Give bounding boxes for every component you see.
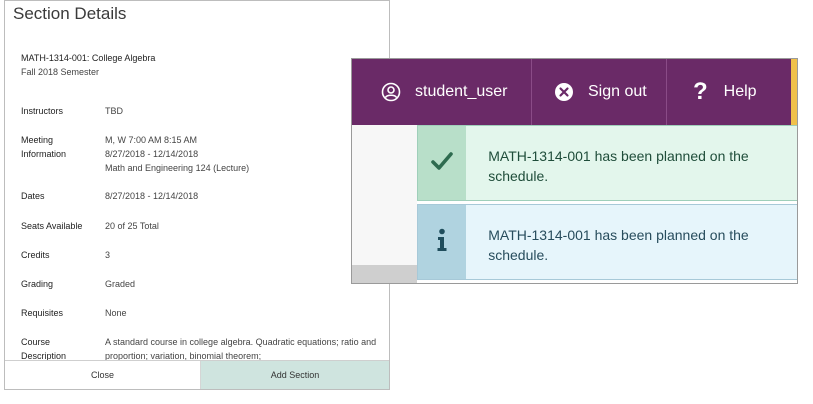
question-icon: ? bbox=[693, 78, 708, 105]
user-circle-icon bbox=[381, 82, 401, 102]
checkmark-icon bbox=[430, 151, 454, 176]
requisites-label: Requisites bbox=[21, 308, 64, 318]
content-background bbox=[352, 125, 417, 283]
info-icon-box bbox=[418, 205, 467, 279]
sign-out-label: Sign out bbox=[588, 83, 647, 100]
info-notification: MATH-1314-001 has been planned on the sc… bbox=[417, 204, 797, 280]
success-icon-box bbox=[418, 126, 467, 200]
seats-available-value: 20 of 25 Total bbox=[105, 221, 159, 231]
close-button[interactable]: Close bbox=[5, 361, 201, 389]
user-menu[interactable]: student_user bbox=[352, 59, 532, 125]
panel-title: Section Details bbox=[13, 4, 127, 23]
course-description-value: A standard course in college algebra. Qu… bbox=[105, 337, 377, 361]
info-message: MATH-1314-001 has been planned on the sc… bbox=[488, 227, 749, 263]
section-details-panel: Section Details MATH-1314-001: College A… bbox=[4, 0, 390, 390]
requisites-value: None bbox=[105, 308, 127, 318]
close-circle-icon bbox=[554, 82, 574, 102]
add-section-button[interactable]: Add Section bbox=[201, 361, 389, 389]
info-icon bbox=[436, 228, 448, 257]
grading-value: Graded bbox=[105, 279, 136, 289]
grading-label: Grading bbox=[21, 279, 54, 289]
course-term: Fall 2018 Semester bbox=[21, 67, 100, 77]
course-description-label: Course Description bbox=[21, 337, 67, 361]
success-notification: MATH-1314-001 has been planned on the sc… bbox=[417, 125, 797, 201]
meeting-information-value: M, W 7:00 AM 8:15 AM 8/27/2018 - 12/14/2… bbox=[105, 135, 250, 173]
credits-label: Credits bbox=[21, 250, 50, 260]
sign-out-button[interactable]: Sign out bbox=[532, 59, 667, 125]
success-message: MATH-1314-001 has been planned on the sc… bbox=[488, 148, 749, 184]
course-title: MATH-1314-001: College Algebra bbox=[21, 53, 156, 63]
nav-accent-bar bbox=[791, 59, 797, 125]
instructors-value: TBD bbox=[105, 106, 123, 116]
dates-label: Dates bbox=[21, 191, 45, 201]
seats-available-label: Seats Available bbox=[21, 221, 83, 231]
top-nav: student_user Sign out ? Help bbox=[352, 59, 797, 125]
credits-value: 3 bbox=[105, 250, 111, 260]
help-label: Help bbox=[723, 83, 757, 100]
meeting-information-label: Meeting Information bbox=[21, 135, 67, 159]
instructors-label: Instructors bbox=[21, 106, 64, 116]
help-button[interactable]: ? Help bbox=[667, 59, 791, 125]
schedule-window: student_user Sign out ? Help MATH-1314-0… bbox=[351, 58, 798, 284]
panel-footer: Close Add Section bbox=[5, 360, 389, 389]
dates-value: 8/27/2018 - 12/14/2018 bbox=[105, 191, 199, 201]
user-name: student_user bbox=[415, 83, 508, 100]
scrollbar-track bbox=[352, 265, 417, 283]
